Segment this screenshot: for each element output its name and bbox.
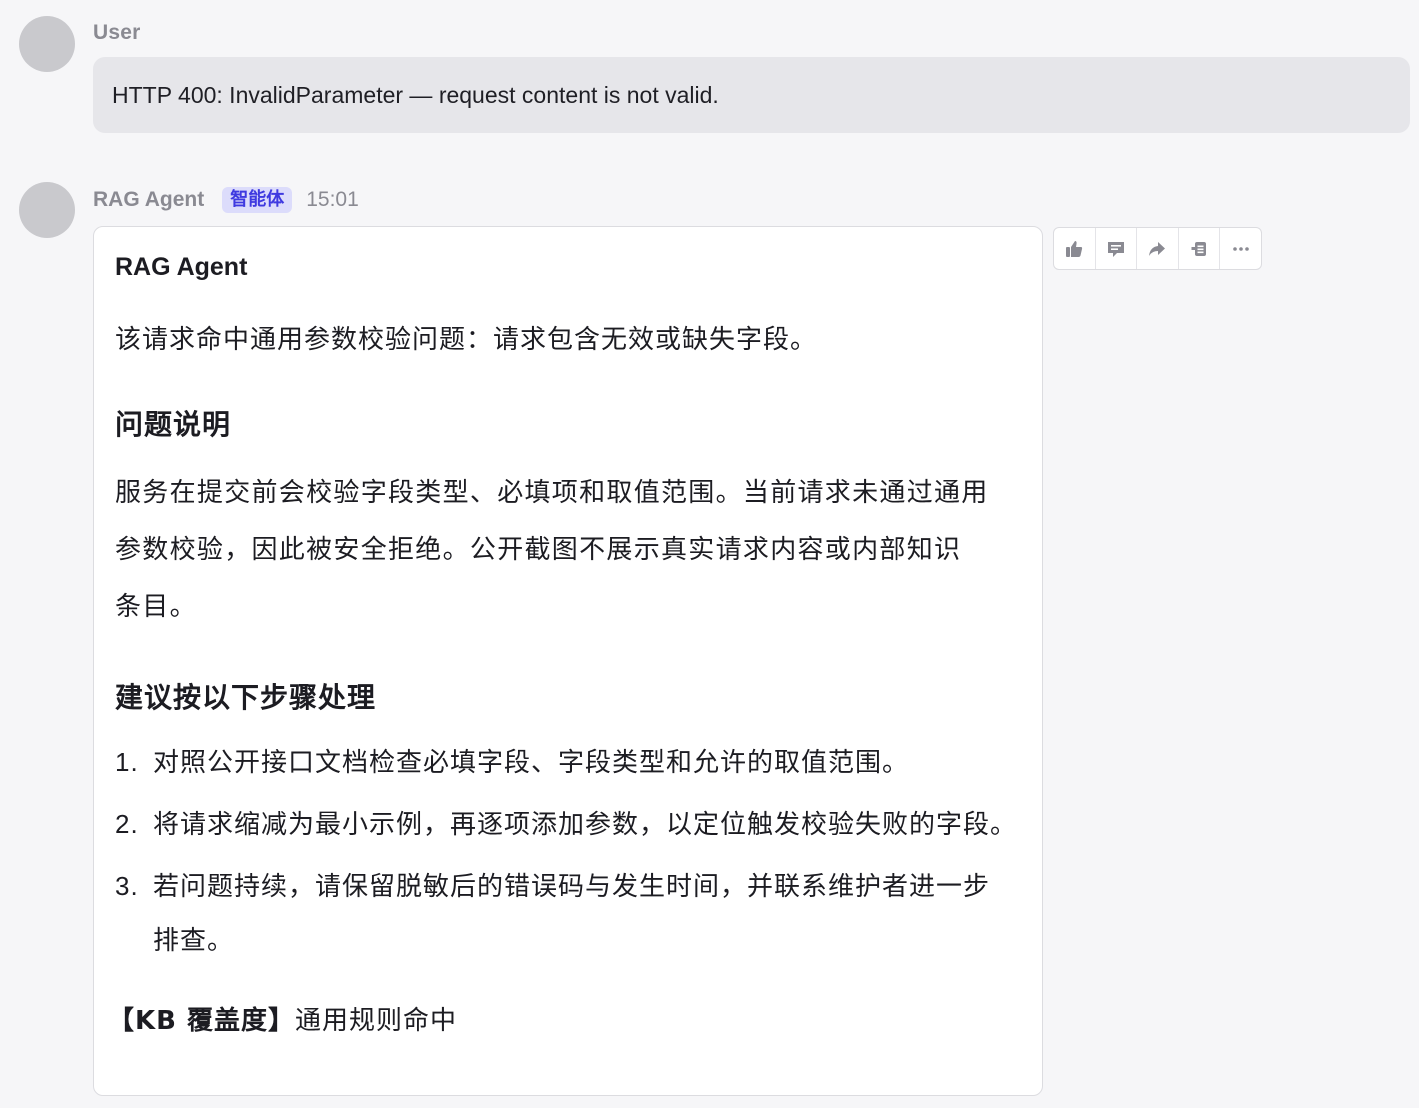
user-avatar xyxy=(19,16,75,72)
agent-avatar xyxy=(19,182,75,238)
step-text: 对照公开接口文档检查必填字段、字段类型和允许的取值范围。 xyxy=(153,748,910,778)
share-button[interactable] xyxy=(1137,228,1179,269)
user-message-bubble: HTTP 400: InvalidParameter — request con… xyxy=(93,57,1410,133)
user-name: User xyxy=(93,21,141,44)
step-number: 2. xyxy=(115,809,139,839)
step-text: 排查。 xyxy=(153,926,235,956)
agent-badge: 智能体 xyxy=(222,187,293,213)
reply-summary: 该请求命中通用参数校验问题：请求包含无效或缺失字段。 xyxy=(115,325,818,355)
kb-coverage-value: 通用规则命中 xyxy=(295,1006,458,1036)
message-action-toolbar xyxy=(1053,227,1262,270)
step-text: 将请求缩减为最小示例，再逐项添加参数，以定位触发校验失败的字段。 xyxy=(153,810,1018,840)
thumbs-up-icon xyxy=(1066,240,1083,257)
step-item: 3. 若问题持续，请保留脱敏后的错误码与发生时间，并联系维护者进一步 xyxy=(115,866,990,903)
kb-coverage: 【KB 覆盖度】通用规则命中 xyxy=(108,1000,457,1037)
user-message-text: HTTP 400: InvalidParameter — request con… xyxy=(112,81,719,108)
problem-line: 条目。 xyxy=(115,592,197,622)
reply-title: RAG Agent xyxy=(115,253,248,281)
step-text: 若问题持续，请保留脱敏后的错误码与发生时间，并联系维护者进一步 xyxy=(153,872,991,902)
comment-icon xyxy=(1107,241,1124,257)
step-item: 1. 对照公开接口文档检查必填字段、字段类型和允许的取值范围。 xyxy=(115,742,909,779)
comment-button[interactable] xyxy=(1096,228,1138,269)
step-number: 1. xyxy=(115,747,139,777)
section-heading-problem: 问题说明 xyxy=(115,408,232,441)
copy-button[interactable] xyxy=(1179,228,1221,269)
more-button[interactable] xyxy=(1220,228,1261,269)
problem-line: 参数校验，因此被安全拒绝。公开截图不展示真实请求内容或内部知识 xyxy=(115,535,962,565)
message-timestamp: 15:01 xyxy=(306,188,359,211)
problem-line: 服务在提交前会校验字段类型、必填项和取值范围。当前请求未通过通用 xyxy=(115,478,989,508)
step-number: 3. xyxy=(115,871,139,901)
copy-icon xyxy=(1191,241,1207,256)
agent-meta: RAG Agent 智能体 15:01 xyxy=(93,184,359,216)
step-item: 2. 将请求缩减为最小示例，再逐项添加参数，以定位触发校验失败的字段。 xyxy=(115,804,1017,841)
kb-coverage-label: 【KB 覆盖度】 xyxy=(108,1006,296,1036)
agent-reply-card: RAG Agent 该请求命中通用参数校验问题：请求包含无效或缺失字段。 问题说… xyxy=(93,226,1043,1096)
share-icon xyxy=(1149,241,1166,256)
step-item-continuation: 排查。 xyxy=(153,920,234,957)
more-icon xyxy=(1232,246,1249,251)
section-heading-steps: 建议按以下步骤处理 xyxy=(115,681,377,714)
agent-name: RAG Agent xyxy=(93,188,205,211)
like-button[interactable] xyxy=(1054,228,1096,269)
